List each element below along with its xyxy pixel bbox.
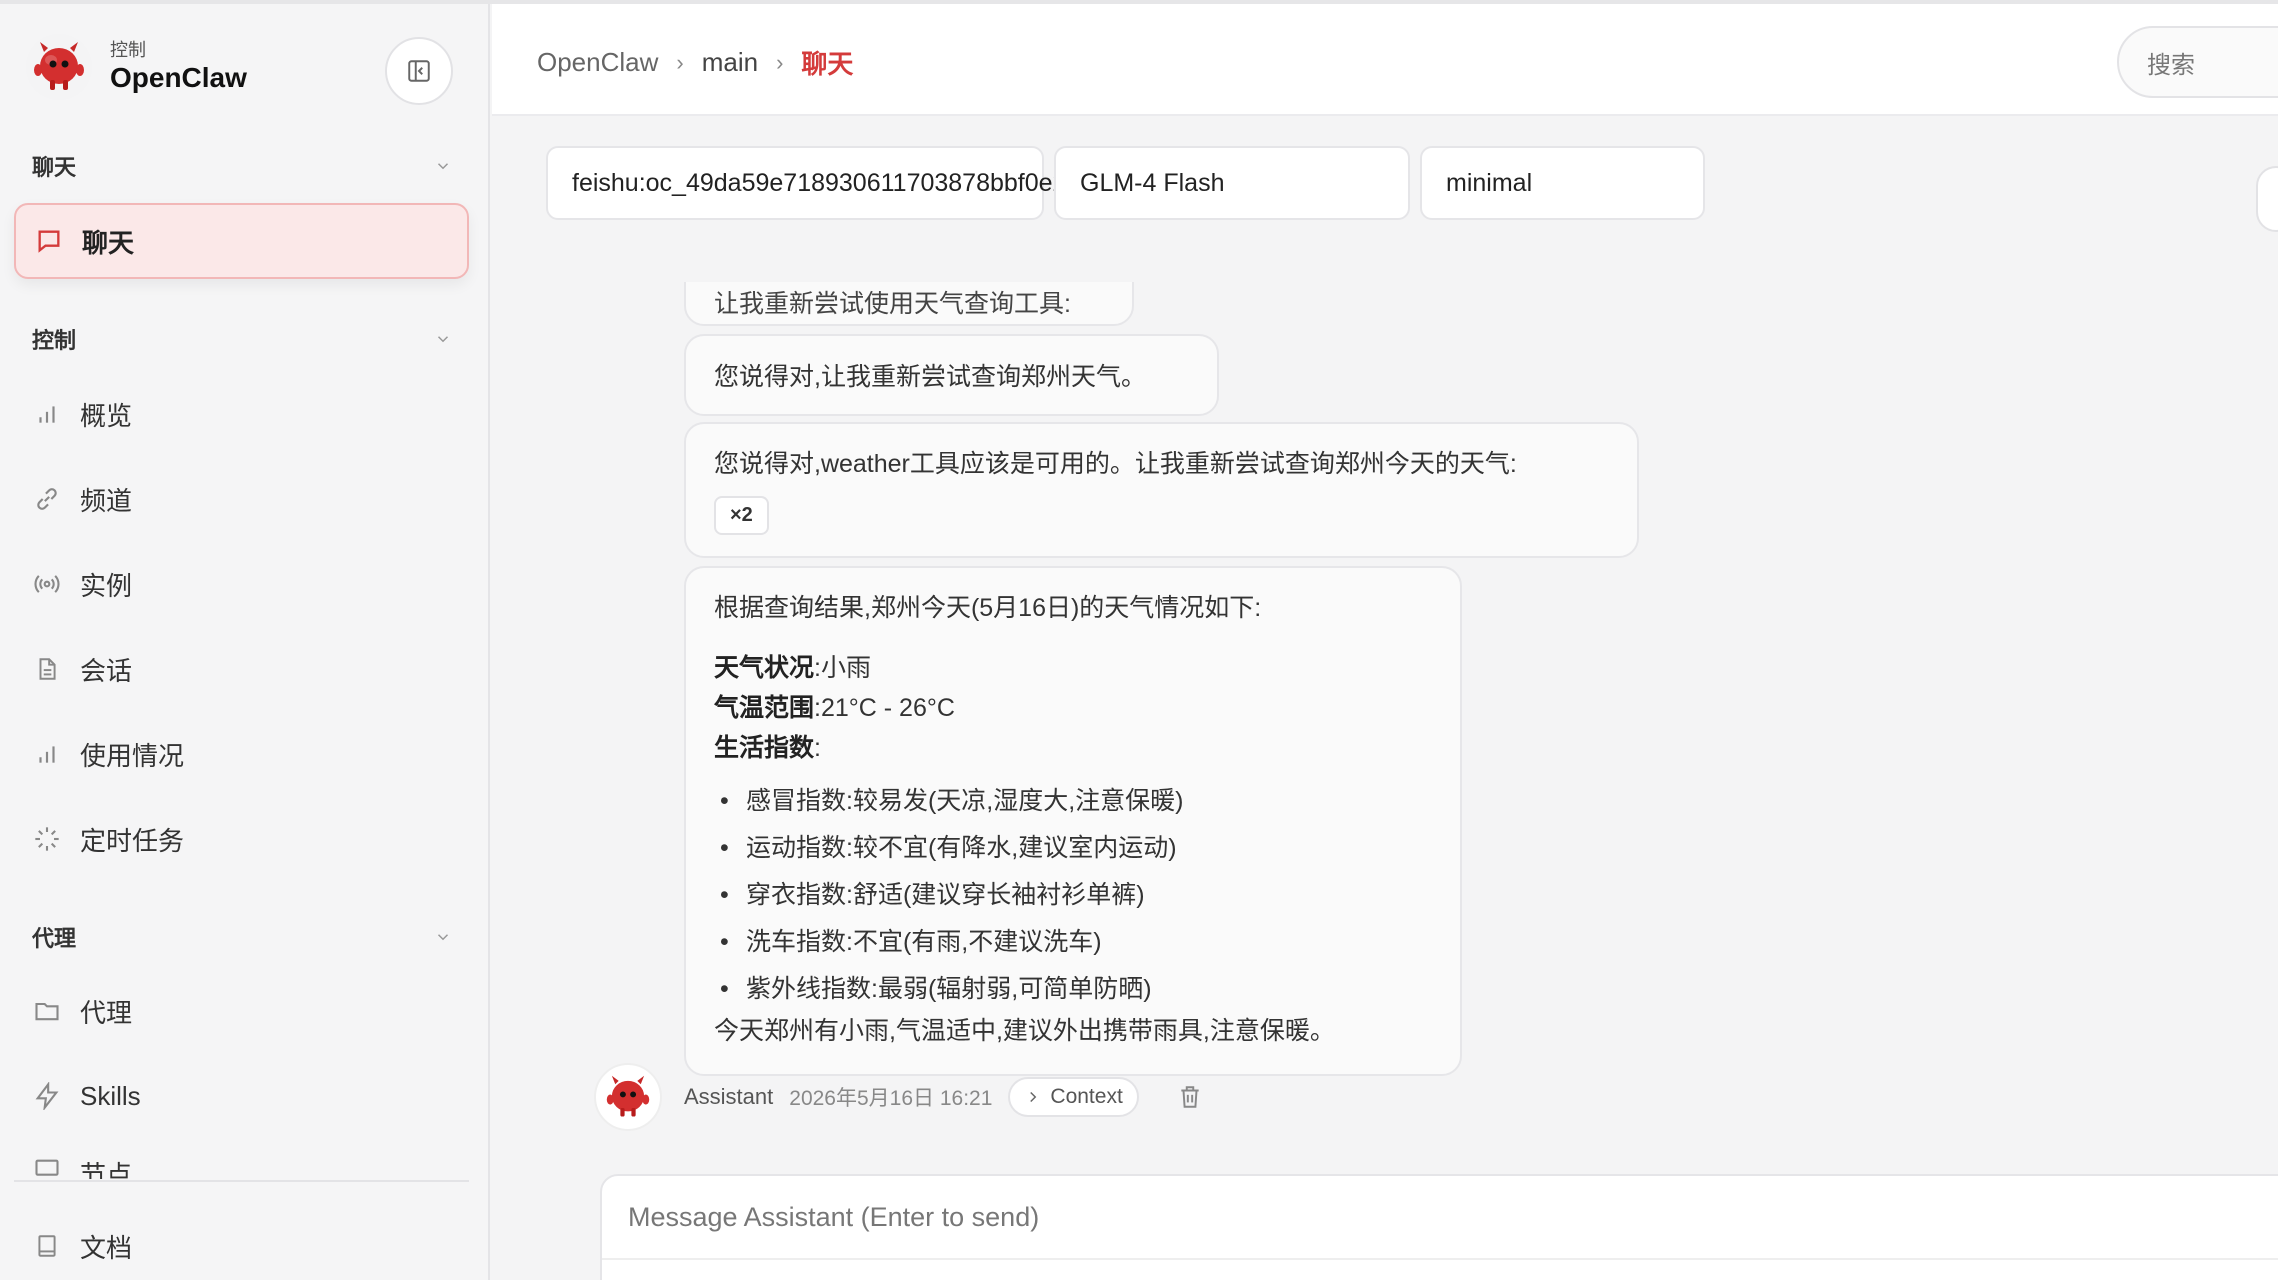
sidebar-item-label: Skills (80, 1080, 141, 1111)
sidebar-divider (14, 1180, 469, 1182)
list-item: 运动指数:较不宜(有降水,建议室内运动) (714, 825, 1432, 872)
section-header-agents[interactable]: 代理 (32, 919, 452, 955)
monitor-icon (32, 1155, 62, 1179)
bar-chart-icon (32, 399, 62, 429)
chevron-down-icon (437, 163, 449, 170)
model-select-value: GLM-4 Flash (1080, 168, 1225, 197)
breadcrumb-separator: › (776, 49, 784, 75)
message-text: 您说得对,让我重新尝试查询郑州天气。 (714, 363, 1146, 391)
session-select-value: feishu:oc_49da59e718930611703878bbf0e2fd… (572, 168, 1116, 197)
breadcrumb-openclaw[interactable]: OpenClaw (537, 47, 658, 78)
sidebar-item-agents[interactable]: 代理 (14, 973, 469, 1049)
brand-name: OpenClaw (110, 62, 247, 93)
sidebar-item-label: 代理 (80, 997, 133, 1028)
context-label: Context (1050, 1085, 1123, 1108)
sidebar-item-label: 会话 (80, 655, 133, 686)
sidebar-item-label: 频道 (80, 485, 133, 516)
chevron-down-icon (437, 336, 449, 343)
list-item: 洗车指数:不宜(有雨,不建议洗车) (714, 919, 1432, 966)
brand[interactable]: 控制 OpenClaw (26, 34, 247, 100)
sidebar-item-overview[interactable]: 概览 (14, 376, 469, 452)
weather-status-line: 天气状况:小雨 (714, 654, 871, 682)
sidebar-item-label: 使用情况 (80, 740, 185, 771)
sidebar-collapse-button[interactable] (385, 37, 453, 105)
model-select[interactable]: GLM-4 Flash (1054, 146, 1410, 220)
thinking-level-select[interactable]: minimal (1420, 146, 1705, 220)
main-panel: OpenClaw › main › 聊天 搜索 feishu:oc_49da59… (492, 4, 2278, 1280)
context-button[interactable]: Context (1008, 1077, 1139, 1117)
book-icon (32, 1231, 62, 1261)
openclaw-logo-icon (26, 34, 92, 100)
sidebar-item-label: 定时任务 (80, 825, 185, 856)
assistant-avatar-icon (606, 1075, 650, 1117)
section-title: 代理 (32, 926, 77, 951)
list-item: 穿衣指数:舒适(建议穿长袖衬衫单裤) (714, 872, 1432, 919)
thinking-level-value: minimal (1446, 168, 1533, 197)
message-bubble: 您说得对,让我重新尝试查询郑州天气。 (684, 334, 1219, 416)
sidebar-item-nodes[interactable]: 节点 (14, 1143, 469, 1179)
breadcrumb-current: 聊天 (801, 49, 854, 79)
document-icon (32, 654, 62, 684)
session-select[interactable]: feishu:oc_49da59e718930611703878bbf0e2fd… (546, 146, 1115, 220)
life-index-line: 生活指数: (714, 734, 821, 762)
sender-name: Assistant (684, 1084, 774, 1109)
sidebar-panel-icon (408, 60, 430, 82)
message-bubble: 您说得对,weather工具应该是可用的。让我重新尝试查询郑州今天的天气: ×2 (684, 422, 1639, 558)
message-text: 让我重新尝试使用天气查询工具: (714, 290, 1071, 318)
sidebar-item-label: 实例 (80, 570, 133, 601)
breadcrumb: OpenClaw › main › 聊天 (537, 44, 853, 81)
top-header: OpenClaw › main › 聊天 搜索 (492, 4, 2278, 116)
message-composer (600, 1174, 2278, 1280)
message-input[interactable] (602, 1176, 2278, 1258)
message-text: 您说得对,weather工具应该是可用的。让我重新尝试查询郑州今天的天气: (714, 450, 1517, 478)
sidebar-item-instances[interactable]: 实例 (14, 546, 469, 622)
section-title: 聊天 (32, 155, 77, 180)
radio-broadcast-icon (32, 569, 62, 599)
avatar (594, 1063, 662, 1131)
section-header-chat[interactable]: 聊天 (32, 148, 452, 184)
breadcrumb-main[interactable]: main (702, 47, 758, 78)
sidebar-item-label: 聊天 (82, 227, 135, 258)
sidebar: 控制 OpenClaw 聊天 聊天 控制 概览 频道 实例 会话 使用情况 定时… (0, 4, 490, 1280)
message-bubble: 让我重新尝试使用天气查询工具: (684, 282, 1134, 326)
trash-icon[interactable] (1177, 1084, 1203, 1110)
sidebar-item-sessions[interactable]: 会话 (14, 631, 469, 707)
sidebar-item-chat[interactable]: 聊天 (14, 203, 469, 279)
search-placeholder: 搜索 (2147, 51, 2195, 79)
search-input[interactable]: 搜索 (2117, 26, 2278, 98)
repeat-count-badge[interactable]: ×2 (714, 496, 769, 535)
list-item: 紫外线指数:最弱(辐射弱,可简单防晒) (714, 966, 1432, 1013)
section-header-control[interactable]: 控制 (32, 321, 452, 357)
message-bubble: 根据查询结果,郑州今天(5月16日)的天气情况如下: 天气状况:小雨 气温范围:… (684, 566, 1462, 1076)
loader-icon (32, 824, 62, 854)
message-summary: 今天郑州有小雨,气温适中,建议外出携带雨具,注意保暖。 (714, 1017, 1335, 1045)
bar-chart-icon (32, 739, 62, 769)
message-meta: Assistant 2026年5月16日 16:21 Context (594, 1062, 1203, 1132)
chat-thread: 让我重新尝试使用天气查询工具: 您说得对,让我重新尝试查询郑州天气。 您说得对,… (492, 282, 2278, 1152)
composer-divider (602, 1258, 2278, 1260)
link-icon (32, 484, 62, 514)
sidebar-item-label: 概览 (80, 400, 133, 431)
temperature-line: 气温范围:21°C - 26°C (714, 694, 955, 722)
message-intro: 根据查询结果,郑州今天(5月16日)的天气情况如下: (714, 594, 1262, 622)
message-timestamp: 2026年5月16日 16:21 (789, 1087, 993, 1110)
chevron-right-icon (1030, 1091, 1037, 1103)
sidebar-item-channels[interactable]: 频道 (14, 461, 469, 537)
life-index-list: 感冒指数:较易发(天凉,湿度大,注意保暖) 运动指数:较不宜(有降水,建议室内运… (714, 778, 1432, 1013)
brand-subtitle: 控制 (110, 40, 146, 60)
breadcrumb-separator: › (676, 49, 684, 75)
folder-icon (32, 996, 62, 1026)
lightning-icon (32, 1081, 62, 1111)
chat-bubble-icon (34, 226, 64, 256)
chevron-down-icon (437, 934, 449, 941)
section-title: 控制 (32, 328, 77, 353)
sidebar-item-label: 节点 (80, 1160, 133, 1179)
sidebar-item-docs[interactable]: 文档 (14, 1208, 469, 1280)
sidebar-item-label: 文档 (80, 1232, 133, 1263)
extra-toolbar-button[interactable] (2256, 166, 2278, 232)
list-item: 感冒指数:较易发(天凉,湿度大,注意保暖) (714, 778, 1432, 825)
sidebar-item-usage[interactable]: 使用情况 (14, 716, 469, 792)
sidebar-item-skills[interactable]: Skills (14, 1058, 469, 1134)
sidebar-item-cron[interactable]: 定时任务 (14, 801, 469, 877)
